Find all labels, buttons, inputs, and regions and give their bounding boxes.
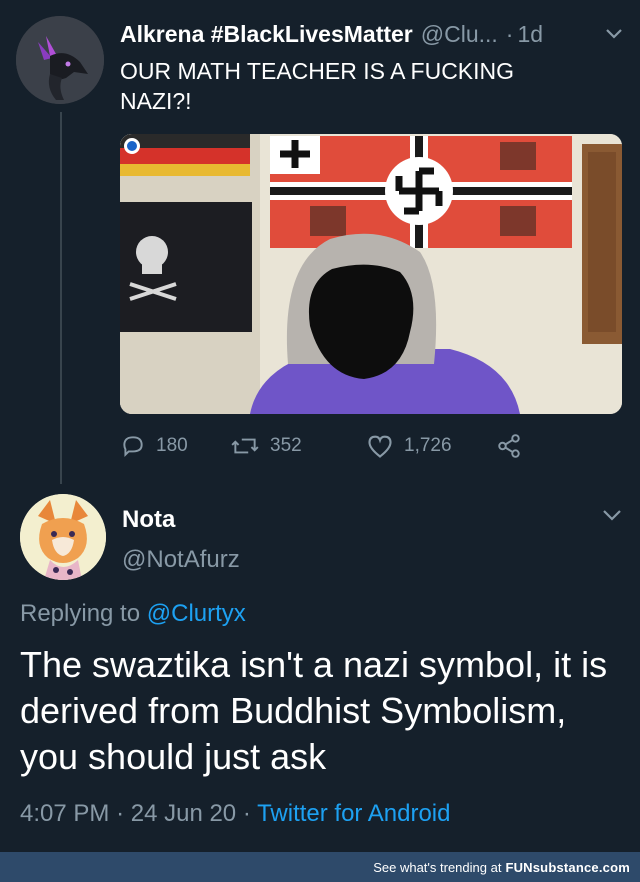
avatar[interactable]: [20, 494, 106, 580]
reply-icon: [123, 436, 143, 458]
reply-author-name[interactable]: Nota: [122, 506, 175, 534]
retweet-icon: [231, 438, 259, 454]
reply-button[interactable]: 180: [120, 433, 230, 459]
share-button[interactable]: [496, 433, 522, 459]
tweet-media-image[interactable]: [120, 134, 622, 414]
separator-dot: ·: [116, 800, 125, 827]
author-name[interactable]: Alkrena #BlackLivesMatter: [120, 21, 413, 48]
like-count: 1,726: [404, 435, 452, 456]
tweet-action-bar: 180 352 1,726: [120, 430, 580, 462]
replying-to-line: Replying to @Clurtyx: [20, 600, 246, 628]
like-button[interactable]: 1,726: [366, 433, 496, 459]
tweet-header: Alkrena #BlackLivesMatter @Clu... · 1d: [120, 18, 624, 50]
tweet-meta: 4:07 PM · 24 Jun 20 · Twitter for Androi…: [20, 800, 450, 828]
watermark-footer: See what's trending at FUNsubstance.com: [0, 852, 640, 882]
reply-count: 180: [156, 435, 188, 456]
footer-site: FUNsubstance.com: [505, 859, 630, 875]
chevron-down-icon[interactable]: [602, 508, 622, 528]
fox-avatar-image: [20, 494, 106, 580]
separator-dot: ·: [242, 800, 251, 827]
reply-text: The swaztika isn't a nazi symbol, it is …: [20, 644, 608, 777]
webcam-photo: [120, 134, 622, 414]
reply-author-handle[interactable]: @NotAfurz: [122, 546, 240, 574]
replying-to-link[interactable]: @Clurtyx: [147, 600, 246, 627]
dragon-avatar-image: [16, 16, 104, 104]
tweet-text: OUR MATH TEACHER IS A FUCKING NAZI?!: [120, 58, 515, 114]
share-icon: [498, 434, 520, 458]
retweet-button[interactable]: 352: [230, 433, 366, 459]
author-handle[interactable]: @Clu...: [421, 21, 498, 48]
tweet-date[interactable]: 24 Jun 20: [131, 800, 236, 827]
separator-dot: ·: [505, 20, 514, 47]
thread-connector-line: [60, 112, 62, 484]
tweet-time[interactable]: 1d: [517, 21, 543, 48]
tweet-source-link[interactable]: Twitter for Android: [257, 800, 450, 827]
avatar[interactable]: [16, 16, 104, 104]
retweet-count: 352: [270, 435, 302, 456]
tweet-timestamp[interactable]: 4:07 PM: [20, 800, 109, 827]
replying-to-label: Replying to: [20, 600, 141, 627]
footer-prefix: See what's trending at: [373, 859, 502, 875]
chevron-down-icon[interactable]: [604, 24, 624, 44]
heart-icon: [368, 435, 392, 458]
